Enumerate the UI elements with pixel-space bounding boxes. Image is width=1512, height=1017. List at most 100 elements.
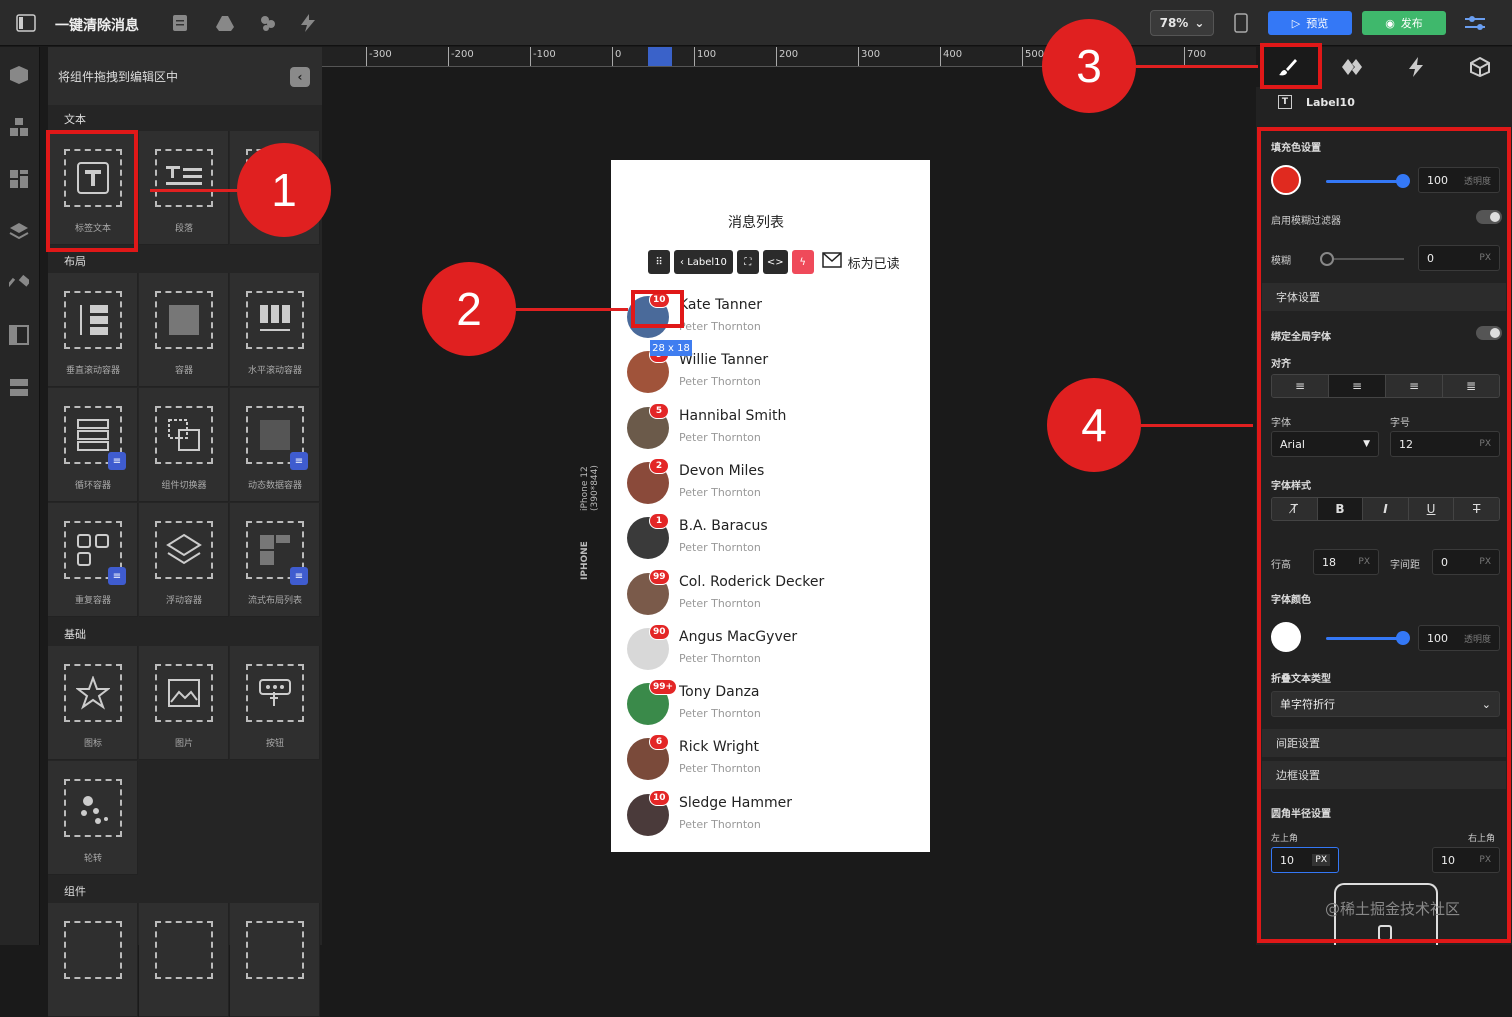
list-item[interactable]: 99+ Tony Danza Peter Thornton xyxy=(627,679,917,738)
project-title: 一键清除消息 xyxy=(55,18,139,34)
collapse-panel-icon[interactable]: ‹ xyxy=(290,67,310,87)
sidebar-toggle-icon[interactable] xyxy=(16,13,36,33)
code-icon[interactable]: <> xyxy=(762,250,788,274)
pages-icon[interactable] xyxy=(9,325,29,345)
list-item[interactable]: 6 Rick Wright Peter Thornton xyxy=(627,734,917,793)
chevron-left-icon: ‹ xyxy=(680,256,688,268)
component-paragraph[interactable]: 段落 xyxy=(139,131,229,245)
component-vertical-scroll[interactable]: 垂直滚动容器 xyxy=(48,273,138,387)
unread-badge: 6 xyxy=(649,734,669,751)
cube-icon[interactable] xyxy=(9,65,29,85)
drive-icon[interactable] xyxy=(215,13,235,33)
component-label: 重复容器 xyxy=(74,596,111,606)
list-item[interactable]: 5 Hannibal Smith Peter Thornton xyxy=(627,402,917,462)
figma-icon[interactable] xyxy=(258,13,278,33)
unread-badge: 90 xyxy=(649,623,670,640)
horizontal-scroll-icon xyxy=(246,291,304,349)
component-flow-list[interactable]: ≡ 流式布局列表 xyxy=(230,503,320,617)
component-extra-icon xyxy=(246,921,304,979)
highlight-label-component xyxy=(46,130,138,252)
device-icon[interactable] xyxy=(1231,13,1251,33)
unread-badge: 2 xyxy=(649,457,669,474)
list-icon[interactable] xyxy=(9,377,29,397)
hammer-icon[interactable] xyxy=(6,273,31,293)
list-item[interactable]: 1 B.A. Baracus Peter Thornton xyxy=(627,513,917,572)
contact-name: Kate Tanner xyxy=(679,297,762,313)
blocks-icon[interactable] xyxy=(9,117,29,137)
fullscreen-icon[interactable]: ⛶ xyxy=(736,250,759,274)
contact-subtitle: Peter Thornton xyxy=(679,707,761,721)
list-item[interactable]: 2 Devon Miles Peter Thornton xyxy=(627,457,917,517)
component-extra-2[interactable] xyxy=(139,903,229,1017)
component-loop-container[interactable]: ≡ 循环容器 xyxy=(48,388,138,502)
section-layout: 布局 xyxy=(64,255,86,268)
database-icon: ≡ xyxy=(290,567,308,585)
section-components: 组件 xyxy=(64,885,86,898)
ruler-tick: 400 xyxy=(940,47,962,66)
tab-events[interactable] xyxy=(1384,47,1448,87)
component-container[interactable]: 容器 xyxy=(139,273,229,387)
component-dynamic-data[interactable]: ≡ 动态数据容器 xyxy=(230,388,320,502)
flow-list-icon: ≡ xyxy=(246,521,308,585)
component-label: 图标 xyxy=(83,739,102,749)
contact-name: Angus MacGyver xyxy=(679,628,798,645)
phone-canvas[interactable]: 消息列表 ⠿ ‹ Label10 ⛶ <> ϟ 标为已读 10 Kate Tann… xyxy=(611,160,930,852)
settings-sliders-icon[interactable] xyxy=(1465,13,1485,33)
component-carousel[interactable]: 轮转 xyxy=(48,761,138,875)
contact-subtitle: Peter Thornton xyxy=(679,430,761,444)
contact-subtitle: Peter Thornton xyxy=(679,541,761,555)
flash-action-icon[interactable]: ϟ xyxy=(791,250,814,274)
component-repeat[interactable]: ≡ 重复容器 xyxy=(48,503,138,617)
database-icon: ≡ xyxy=(290,452,308,470)
panel-header: 将组件拖拽到编辑区中 xyxy=(48,47,322,105)
highlight-style-tab xyxy=(1260,43,1322,89)
carousel-icon xyxy=(64,779,122,837)
flash-icon[interactable] xyxy=(298,13,318,33)
component-label: 组件切换器 xyxy=(161,481,207,491)
zoom-select[interactable]: 78% ⌄ xyxy=(1150,10,1214,36)
list-item[interactable]: 10 Sledge Hammer Peter Thornton xyxy=(627,789,917,849)
left-rail xyxy=(0,47,40,945)
list-item[interactable]: 99 Col. Roderick Decker Peter Thornton xyxy=(627,568,917,628)
component-label: 动态数据容器 xyxy=(247,481,302,491)
component-extra-1[interactable] xyxy=(48,903,138,1017)
tab-data[interactable] xyxy=(1448,47,1512,87)
text-component-icon: T xyxy=(1278,95,1292,109)
tab-interaction[interactable] xyxy=(1320,47,1384,87)
parent-select-button[interactable]: ‹ Label10 xyxy=(674,250,733,274)
device-label: IPHONE iPhone 12 (390*844) xyxy=(580,440,604,580)
document-icon[interactable] xyxy=(170,13,190,33)
grid-icon[interactable] xyxy=(9,169,29,189)
mark-read-button[interactable]: 标为已读 xyxy=(821,252,900,272)
layers-icon[interactable] xyxy=(9,221,29,241)
section-text: 文本 xyxy=(64,113,86,126)
drag-handle-icon[interactable]: ⠿ xyxy=(648,250,670,274)
component-floating[interactable]: 浮动容器 xyxy=(139,503,229,617)
selection-toolbar: ⠿ ‹ Label10 ⛶ <> ϟ 标为已读 xyxy=(648,250,900,274)
list-item[interactable]: 90 Angus MacGyver Peter Thornton xyxy=(627,623,917,683)
component-label: 轮转 xyxy=(83,854,102,864)
dynamic-data-icon: ≡ xyxy=(246,406,308,470)
play-icon: ▷ xyxy=(1291,16,1301,30)
component-extra-3[interactable] xyxy=(230,903,320,1017)
preview-button[interactable]: ▷ 预览 xyxy=(1268,11,1352,35)
component-button[interactable]: 按钮 xyxy=(230,646,320,760)
ruler-tick: 300 xyxy=(858,47,880,66)
component-image[interactable]: 图片 xyxy=(139,646,229,760)
publish-button[interactable]: ◉ 发布 xyxy=(1362,11,1446,35)
component-label: 垂直滚动容器 xyxy=(65,366,120,376)
paragraph-icon xyxy=(155,149,213,207)
component-horizontal-scroll[interactable]: 水平滚动容器 xyxy=(230,273,320,387)
floating-icon xyxy=(155,521,213,579)
watermark: @稀土掘金技术社区 xyxy=(1325,900,1461,918)
database-icon: ≡ xyxy=(108,452,126,470)
button-icon xyxy=(246,664,304,722)
loop-container-icon: ≡ xyxy=(64,406,126,470)
component-label: 按钮 xyxy=(265,739,284,749)
component-switcher[interactable]: 组件切换器 xyxy=(139,388,229,502)
component-icon[interactable]: 图标 xyxy=(48,646,138,760)
list-item[interactable]: 9Willie TannerPeter Thornton xyxy=(627,347,917,406)
lightning-icon xyxy=(1409,57,1423,77)
box-icon xyxy=(1470,57,1490,77)
switcher-icon xyxy=(155,406,213,464)
